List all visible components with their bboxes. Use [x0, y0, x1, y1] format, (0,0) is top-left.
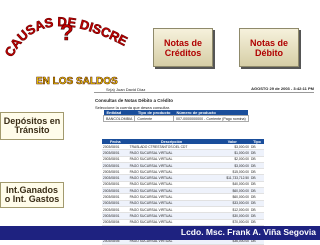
- account-table: Entidad Tipo de producto Número de produ…: [102, 110, 249, 122]
- footer-bar: Lcdo. Msc. Frank A. Viña Segovia: [0, 226, 320, 240]
- question-mark-icon: ?: [60, 20, 73, 45]
- account-entity: BANCOLOMBIA: [102, 115, 136, 122]
- notas-debito-box: Notas de Débito: [239, 28, 299, 67]
- notas-debito-line1: Notas de: [249, 37, 288, 48]
- logo: CAUSAS DE DISCREPANCIA ? EN LOS SALDOS: [0, 0, 131, 87]
- account-type: Corriente: [134, 115, 174, 122]
- divider: [94, 92, 314, 93]
- slide: CAUSAS DE DISCREPANCIA ? EN LOS SALDOS N…: [0, 0, 320, 245]
- account-row[interactable]: BANCOLOMBIA Corriente 007-0000000000 - C…: [102, 115, 249, 122]
- notas-credito-line2: Créditos: [164, 47, 202, 58]
- intereses-line2: o Int. Gastos: [4, 194, 60, 204]
- notas-debito-line2: Débito: [255, 47, 283, 58]
- account-number-select[interactable]: 007-0000000000 - Corriente (Pago nomina): [172, 115, 249, 122]
- account-header-type: Tipo de producto: [134, 110, 174, 116]
- page-title: Consultas de Notas Débito a Crédito: [95, 98, 174, 103]
- intereses-box: Int.Ganados o Int. Gastos: [0, 182, 64, 208]
- session-date: AGOSTO 29 de 2003 - 3:42:11 PM: [251, 86, 314, 91]
- bank-screenshot: Sr(a) Juan David Díaz AGOSTO 29 de 2003 …: [62, 80, 320, 245]
- depositos-line2: Tránsito: [14, 125, 50, 135]
- notas-credito-line1: Notas de: [163, 37, 202, 48]
- notas-credito-box: Notas de Créditos: [153, 28, 213, 67]
- depositos-transito-box: Depósitos en Tránsito: [0, 112, 64, 140]
- author-credit: Lcdo. Msc. Frank A. Viña Segovia: [180, 227, 316, 237]
